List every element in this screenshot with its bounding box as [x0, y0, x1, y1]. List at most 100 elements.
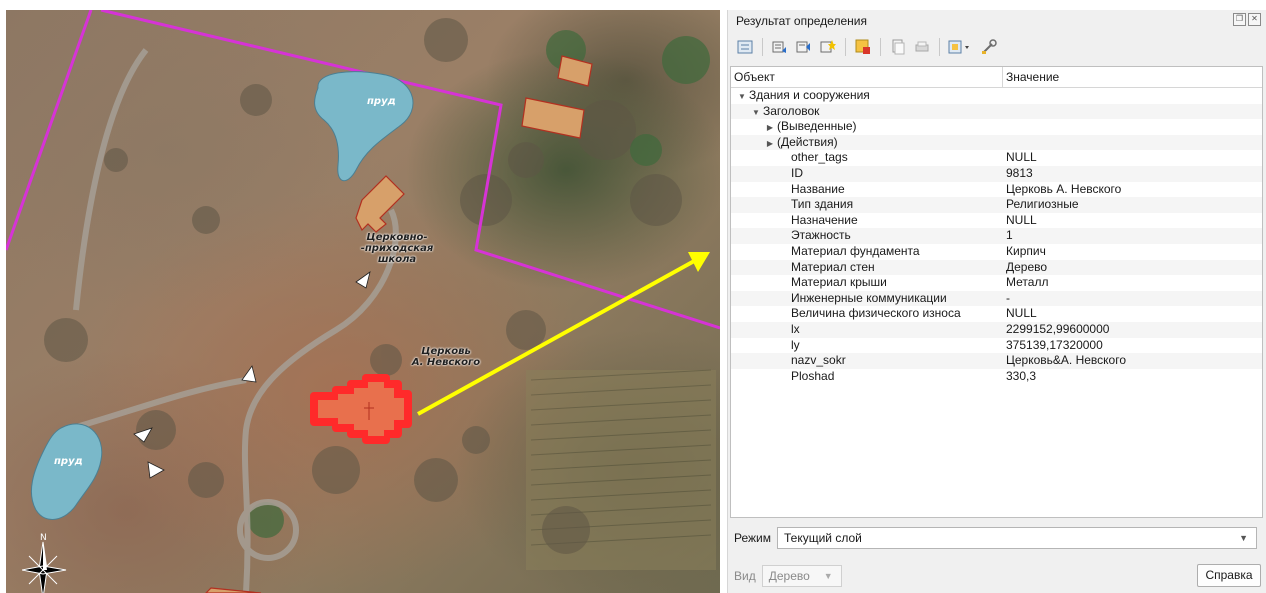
tree-row-label: Ploshad	[791, 368, 835, 383]
tree-row-value: 2299152,99600000	[1006, 321, 1110, 336]
collapse-all-icon[interactable]	[795, 38, 813, 56]
tree-row[interactable]: other_tags NULL	[731, 150, 1262, 166]
tree-row[interactable]: ▶ (Выведенные)	[731, 119, 1262, 135]
tree-row-value: 1	[1006, 228, 1013, 243]
tree-row-value: 330,3	[1006, 368, 1037, 383]
expand-all-icon[interactable]	[771, 38, 789, 56]
selected-church-highlight	[310, 374, 412, 444]
tree-row-label: lx	[791, 321, 800, 336]
tree-row-key: ▶ (Действия)	[731, 135, 1006, 151]
tree-rows: ▼ Здания и сооружения ▼ Заголовок ▶ (Выведенн…	[731, 88, 1262, 384]
tree-row-value: Металл	[1006, 275, 1049, 290]
toolbar-separator	[762, 38, 763, 56]
mode-label: Режим	[734, 531, 771, 545]
tree-row[interactable]: nazv_sokr Церковь&А. Невского	[731, 353, 1262, 369]
tree-row-label: Материал крыши	[791, 275, 887, 290]
tree-row[interactable]: ▼ Заголовок	[731, 103, 1262, 120]
view-select: Дерево ▼	[761, 565, 842, 587]
tree-row[interactable]: Материал крыши Металл	[731, 275, 1262, 291]
tree-row-value: Религиозные	[1006, 197, 1079, 212]
tree-row[interactable]: Инженерные коммуникации -	[731, 290, 1262, 307]
column-header-value[interactable]: Значение	[1003, 67, 1059, 87]
panel-window-buttons: ❐ ✕	[1233, 13, 1261, 26]
tree-row[interactable]: ▶ (Действия)	[731, 134, 1262, 151]
tree-row-label: Инженерные коммуникации	[791, 290, 947, 305]
select-features-icon[interactable]	[948, 38, 974, 56]
chevron-down-icon[interactable]: ▼	[749, 105, 763, 120]
tree-row[interactable]: Величина физического износа NULL	[731, 306, 1262, 322]
help-button[interactable]: Справка	[1197, 564, 1261, 587]
tree-row[interactable]: lx 2299152,99600000	[731, 321, 1262, 338]
tree-row-value: Дерево	[1006, 259, 1048, 274]
tree-row-label: Название	[791, 181, 845, 196]
north-arrow-icon: N	[22, 530, 74, 593]
tree-row-key: Ploshad	[731, 369, 1006, 385]
tree-row-key: Материал крыши	[731, 275, 1006, 291]
chevron-down-icon[interactable]: ▼	[735, 89, 749, 104]
pond-bottom	[30, 423, 103, 520]
settings-icon[interactable]	[980, 38, 998, 56]
expand-tree-icon[interactable]	[736, 38, 754, 56]
tree-row[interactable]: Тип здания Религиозные	[731, 197, 1262, 213]
tree-row-label: (Действия)	[777, 134, 838, 149]
tree-row-key: nazv_sokr	[731, 353, 1006, 369]
chevron-right-icon[interactable]: ▶	[763, 120, 777, 135]
view-select-value: Дерево	[768, 569, 810, 583]
view-row: Вид Дерево ▼	[734, 565, 842, 587]
close-icon[interactable]: ✕	[1248, 13, 1261, 26]
toolbar-separator	[939, 38, 940, 56]
expand-new-icon[interactable]	[819, 38, 837, 56]
tree-row-key: ly	[731, 338, 1006, 354]
column-header-object[interactable]: Объект	[731, 67, 1003, 87]
mode-row: Режим Текущий слой ▼	[734, 527, 1257, 549]
tree-row-label: Величина физического износа	[791, 306, 961, 321]
tree-row-key: ▶ (Выведенные)	[731, 119, 1006, 135]
view-label: Вид	[734, 569, 756, 583]
tree-row-key: other_tags	[731, 150, 1006, 166]
tree-row-key: Тип здания	[731, 197, 1006, 213]
mode-select-value: Текущий слой	[784, 531, 862, 545]
tree-row-value: Церковь&А. Невского	[1006, 353, 1127, 368]
tree-row-label: Заголовок	[763, 103, 820, 118]
tree-row[interactable]: ly 375139,17320000	[731, 338, 1262, 354]
north-label: N	[40, 533, 47, 543]
tree-row-key: Инженерные коммуникации	[731, 291, 1006, 307]
tree-row[interactable]: Материал фундамента Кирпич	[731, 244, 1262, 260]
mode-select[interactable]: Текущий слой ▼	[777, 527, 1257, 549]
tree-row-value	[1006, 119, 1262, 135]
map-canvas[interactable]: пруд пруд Церковно- -приходская школа Це…	[6, 10, 720, 593]
copy-feature-icon[interactable]	[889, 38, 907, 56]
tree-row[interactable]: Название Церковь А. Невского	[731, 182, 1262, 198]
restore-icon[interactable]: ❐	[1233, 13, 1246, 26]
chevron-right-icon[interactable]: ▶	[763, 136, 777, 151]
tree-row[interactable]: Материал стен Дерево	[731, 259, 1262, 276]
tree-row-value: NULL	[1006, 150, 1037, 165]
tree-row-label: Этажность	[791, 228, 851, 243]
tree-row-key: Название	[731, 182, 1006, 198]
tree-row-label: ID	[791, 165, 803, 180]
tree-row[interactable]: ▼ Здания и сооружения	[731, 88, 1262, 104]
clear-highlights-icon[interactable]	[854, 38, 872, 56]
toolbar-separator	[845, 38, 846, 56]
tree-row[interactable]: ID 9813	[731, 165, 1262, 182]
tree-row-key: Этажность	[731, 228, 1006, 244]
tree-row-label: Материал фундамента	[791, 243, 920, 258]
tree-row[interactable]: Этажность 1	[731, 228, 1262, 244]
tree-row-label: Назначение	[791, 212, 858, 227]
tree-row-key: Величина физического износа	[731, 306, 1006, 322]
toolbar-separator	[880, 38, 881, 56]
tree-row-label: Здания и сооружения	[749, 88, 870, 102]
tree-row[interactable]: Ploshad 330,3	[731, 369, 1262, 385]
tree-row-key: Назначение	[731, 213, 1006, 229]
tree-row-value: -	[1006, 290, 1010, 305]
tree-row-value: NULL	[1006, 306, 1037, 321]
tree-row-value	[1006, 88, 1262, 104]
tree-row-value	[1006, 135, 1262, 151]
tree-row-value: NULL	[1006, 212, 1037, 227]
tree-row-key: ▼ Здания и сооружения	[731, 88, 1006, 104]
print-icon[interactable]	[913, 38, 931, 56]
pond-top-label: пруд	[367, 96, 396, 107]
tree-row-key: ▼ Заголовок	[731, 104, 1006, 120]
tree-row[interactable]: Назначение NULL	[731, 213, 1262, 229]
results-tree[interactable]: Объект Значение ▼ Здания и сооружения ▼ Заг…	[730, 66, 1263, 518]
